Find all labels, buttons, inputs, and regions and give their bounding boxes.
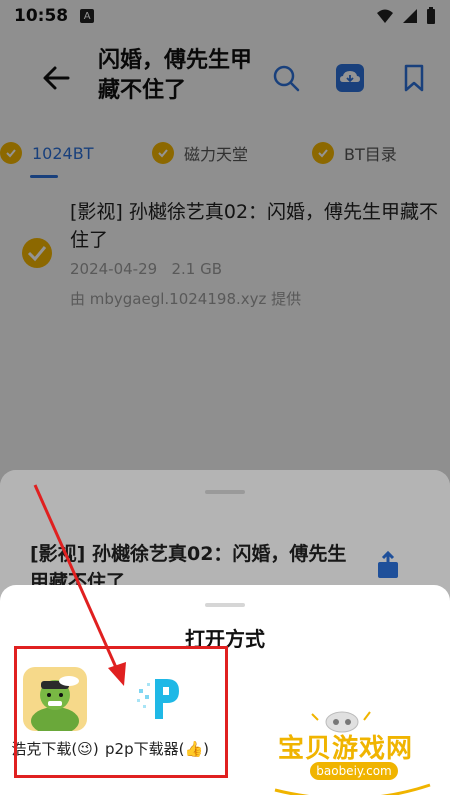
watermark-url: baobeiy.com: [310, 762, 398, 780]
annotation-highlight-box: [14, 646, 228, 778]
drag-handle[interactable]: [205, 603, 245, 607]
watermark-logo: 宝贝游戏网 baobeiy.com: [270, 700, 440, 795]
watermark-text: 宝贝游戏网: [278, 734, 414, 764]
